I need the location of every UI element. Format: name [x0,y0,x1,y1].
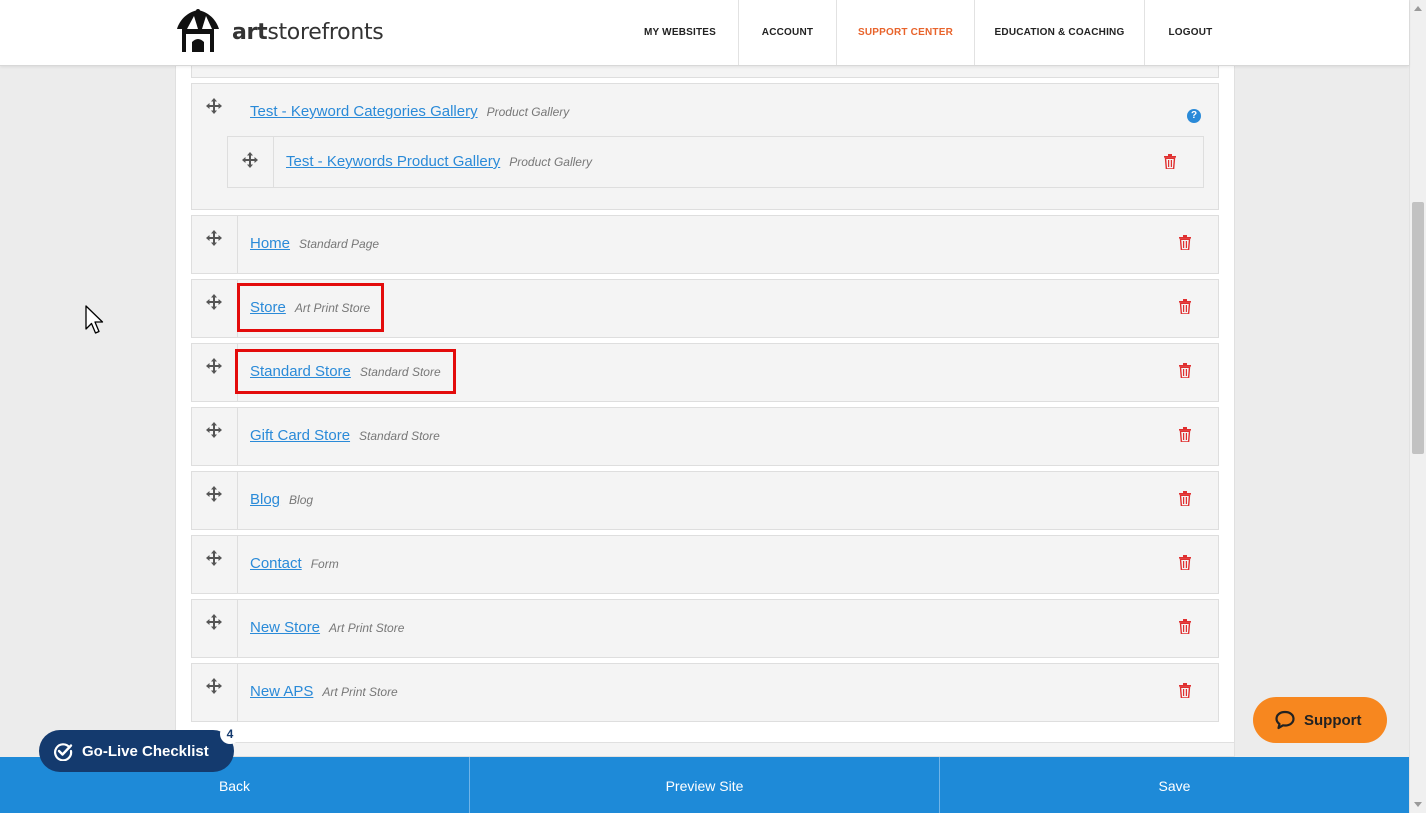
support-chat-button[interactable]: Support [1253,697,1387,743]
page-link[interactable]: Store [250,299,286,316]
page-type: Art Print Store [294,301,371,315]
move-arrows-icon [206,98,222,114]
move-arrows-icon [206,294,222,310]
trash-icon[interactable] [1178,619,1192,634]
page-link[interactable]: Contact [250,555,302,572]
page-type: Standard Store [359,365,441,379]
checklist-count-badge: 4 [220,724,240,744]
chat-bubble-icon [1274,710,1296,730]
move-arrows-icon [206,230,222,246]
page-row: Blog Blog [191,471,1219,530]
page-title-wrap: Store Art Print Store [250,299,370,316]
page-link[interactable]: Standard Store [250,363,351,380]
nav-logout[interactable]: LOGOUT [1144,0,1236,65]
page-row-child: Test - Keywords Product Gallery Product … [227,136,1204,188]
drag-handle[interactable] [192,280,238,337]
page-link[interactable]: Home [250,235,290,252]
page-row: Home Standard Page [191,215,1219,274]
page-link[interactable]: New Store [250,619,320,636]
nav-my-websites[interactable]: MY WEBSITES [622,0,738,65]
page-title-wrap: Gift Card Store Standard Store [250,427,440,444]
main-nav: MY WEBSITES ACCOUNT SUPPORT CENTER EDUCA… [622,0,1236,65]
page-link[interactable]: Blog [250,491,280,508]
drag-handle[interactable] [228,137,274,187]
next-section-remnant [175,743,1235,757]
drag-handle[interactable] [192,216,238,273]
move-arrows-icon [206,358,222,374]
drag-handle[interactable] [192,664,238,721]
trash-icon[interactable] [1178,555,1192,570]
help-icon[interactable]: ? [1187,109,1201,123]
page-title-wrap: Test - Keyword Categories Gallery Produc… [250,103,569,120]
drag-handle[interactable] [192,472,238,529]
drag-handle[interactable] [192,408,238,465]
page-row: Standard Store Standard Store [191,343,1219,402]
move-arrows-icon [206,422,222,438]
drag-handle[interactable] [192,536,238,593]
page-title-wrap: New Store Art Print Store [250,619,404,636]
page-title-wrap: Blog Blog [250,491,313,508]
page-type: Art Print Store [329,621,405,635]
brand-logo[interactable]: artstorefronts [174,8,384,56]
storefront-tent-icon [177,9,219,52]
page-link[interactable]: Test - Keywords Product Gallery [286,153,500,170]
page-title-wrap: Contact Form [250,555,339,572]
go-live-label: Go-Live Checklist [82,742,209,760]
nav-account[interactable]: ACCOUNT [738,0,836,65]
scroll-down-arrow-icon[interactable] [1414,802,1422,807]
page-type: Product Gallery [486,105,570,119]
preview-site-button[interactable]: Preview Site [469,757,939,813]
page-link[interactable]: Gift Card Store [250,427,350,444]
brand-name: artstorefronts [232,19,384,45]
move-arrows-icon [242,152,258,168]
page-type: Standard Page [299,237,380,251]
support-label: Support [1304,711,1362,729]
trash-icon[interactable] [1163,154,1177,169]
page-row: Contact Form [191,535,1219,594]
check-circle-icon [53,741,73,761]
page-type: Product Gallery [509,155,592,169]
page-link[interactable]: Test - Keyword Categories Gallery [250,103,478,120]
drag-handle[interactable] [192,344,238,401]
page-row: New APS Art Print Store [191,663,1219,722]
vertical-scrollbar[interactable] [1409,0,1426,813]
page-type: Form [310,557,339,571]
move-arrows-icon [206,486,222,502]
page-title-wrap: Home Standard Page [250,235,379,252]
page-link[interactable]: New APS [250,683,313,700]
top-header: artstorefronts MY WEBSITES ACCOUNT SUPPO… [0,0,1409,66]
move-arrows-icon [206,614,222,630]
page-row: Store Art Print Store [191,279,1219,338]
trash-icon[interactable] [1178,299,1192,314]
trash-icon[interactable] [1178,363,1192,378]
page-title-wrap: Test - Keywords Product Gallery Product … [286,153,592,170]
page-row: Gift Card Store Standard Store [191,407,1219,466]
nav-education-coaching[interactable]: EDUCATION & COACHING [974,0,1144,65]
scroll-up-arrow-icon[interactable] [1414,6,1422,11]
trash-icon[interactable] [1178,683,1192,698]
page-row-group: Test - Keyword Categories Gallery Produc… [191,83,1219,210]
page-type: Blog [289,493,314,507]
trash-icon[interactable] [1178,491,1192,506]
move-arrows-icon [206,550,222,566]
trash-icon[interactable] [1178,235,1192,250]
mouse-pointer-icon [85,305,104,334]
go-live-checklist-button[interactable]: Go-Live Checklist 4 [39,724,240,772]
trash-icon[interactable] [1178,427,1192,442]
drag-handle[interactable] [192,600,238,657]
save-button[interactable]: Save [939,757,1409,813]
move-arrows-icon [206,678,222,694]
scroll-thumb[interactable] [1412,202,1424,454]
page-type: Standard Store [359,429,440,443]
page-type: Art Print Store [322,685,398,699]
page-row: New Store Art Print Store [191,599,1219,658]
page-title-wrap: Standard Store Standard Store [250,363,441,380]
nav-support-center[interactable]: SUPPORT CENTER [836,0,974,65]
page-title-wrap: New APS Art Print Store [250,683,398,700]
